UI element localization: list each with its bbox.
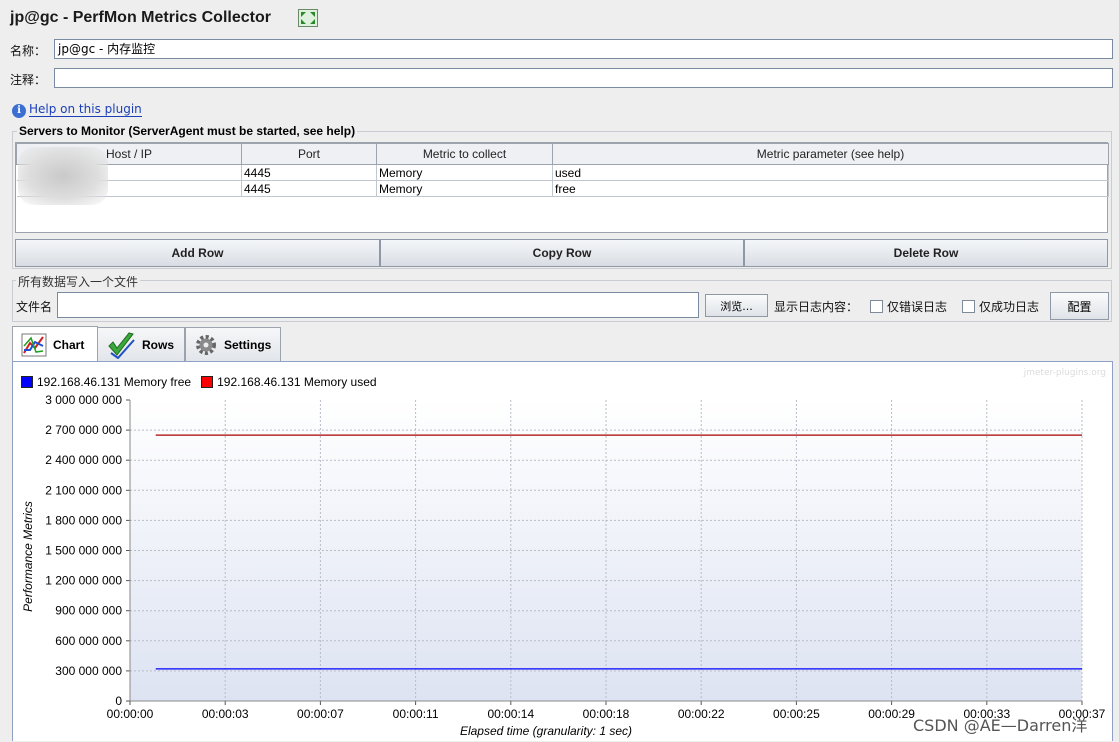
browse-button[interactable]: 浏览... (705, 294, 768, 317)
x-tick-label: 00:00:22 (678, 707, 725, 721)
y-tick-label: 600 000 000 (55, 634, 122, 648)
page-title: jp@gc - PerfMon Metrics Collector (10, 9, 271, 26)
x-axis-label: Elapsed time (granularity: 1 sec) (460, 724, 632, 738)
success-only-label: 仅成功日志 (979, 300, 1040, 314)
x-tick-label: 00:00:29 (868, 707, 915, 721)
comment-input[interactable] (54, 68, 1113, 88)
filename-label: 文件名 (16, 300, 53, 314)
y-tick-label: 0 (115, 694, 122, 708)
port-cell[interactable]: 4445 (241, 164, 377, 181)
title-row: jp@gc - PerfMon Metrics Collector (10, 6, 271, 30)
file-group-title: 所有数据写入一个文件 (16, 273, 141, 290)
help-link[interactable]: Help on this plugin (29, 102, 142, 117)
comment-label: 注释： (10, 73, 47, 87)
configure-button[interactable]: 配置 (1050, 292, 1109, 320)
parameter-cell[interactable]: free (552, 180, 1109, 197)
x-tick-label: 00:00:00 (107, 707, 154, 721)
chart-icon (21, 333, 47, 357)
y-tick-label: 300 000 000 (55, 664, 122, 678)
errors-only-label: 仅错误日志 (887, 300, 948, 314)
metric-cell[interactable]: Memory (376, 164, 553, 181)
x-tick-label: 00:00:14 (487, 707, 534, 721)
y-axis-label: Performance Metrics (21, 501, 35, 612)
csdn-watermark: CSDN @AE—Darren洋 (913, 716, 1088, 735)
y-tick-label: 900 000 000 (55, 604, 122, 618)
add-row-button[interactable]: Add Row (15, 239, 380, 267)
expand-icon[interactable] (298, 9, 318, 27)
filename-input[interactable] (57, 292, 699, 318)
success-only-checkbox[interactable] (962, 300, 975, 313)
checkmark-icon (106, 331, 136, 359)
tab-chart[interactable]: Chart (12, 326, 98, 362)
tab-settings[interactable]: Settings (185, 327, 281, 361)
tab-label: Settings (224, 337, 272, 352)
tab-label: Rows (142, 337, 175, 352)
host-blur-mask (18, 147, 108, 205)
metric-cell[interactable]: Memory (376, 180, 553, 197)
info-icon: i (12, 104, 26, 118)
copy-row-button[interactable]: Copy Row (380, 239, 744, 267)
gear-icon (194, 333, 218, 357)
x-tick-label: 00:00:07 (297, 707, 344, 721)
tab-label: Chart (53, 337, 85, 352)
servers-table-area: Host / IP Port Metric to collect Metric … (15, 142, 1109, 233)
tab-rows[interactable]: Rows (97, 327, 185, 361)
chart-panel: jmeter-plugins.org 192.168.46.131 Memory… (12, 361, 1113, 741)
column-header-port[interactable]: Port (241, 143, 377, 165)
column-header-metric[interactable]: Metric to collect (376, 143, 553, 165)
y-tick-label: 3 000 000 000 (45, 393, 122, 407)
x-tick-label: 00:00:25 (773, 707, 820, 721)
errors-only-checkbox[interactable] (870, 300, 883, 313)
y-tick-label: 2 100 000 000 (45, 483, 122, 497)
y-tick-label: 1 800 000 000 (45, 513, 122, 527)
y-tick-label: 1 500 000 000 (45, 544, 122, 558)
chart-svg: 3 000 000 000 2 700 000 000 2 400 000 000 2… (21, 393, 1106, 738)
table-row[interactable]: 4445 Memory used (16, 164, 1109, 181)
x-tick-label: 00:00:03 (202, 707, 249, 721)
port-cell[interactable]: 4445 (241, 180, 377, 197)
log-content-label: 显示日志内容： (774, 300, 859, 314)
column-header-parameter[interactable]: Metric parameter (see help) (552, 143, 1109, 165)
y-tick-label: 2 700 000 000 (45, 423, 122, 437)
x-tick-label: 00:00:18 (583, 707, 630, 721)
servers-table: Host / IP Port Metric to collect Metric … (16, 143, 1109, 197)
x-tick-label: 00:00:11 (393, 707, 439, 721)
y-tick-label: 1 200 000 000 (45, 574, 122, 588)
name-input[interactable]: jp@gc - 内存监控 (54, 39, 1113, 59)
name-label: 名称： (10, 44, 47, 58)
delete-row-button[interactable]: Delete Row (744, 239, 1108, 267)
y-tick-label: 2 400 000 000 (45, 453, 122, 467)
table-row[interactable]: 4445 Memory free (16, 180, 1109, 197)
parameter-cell[interactable]: used (552, 164, 1109, 181)
servers-group-title: Servers to Monitor (ServerAgent must be … (17, 124, 358, 138)
